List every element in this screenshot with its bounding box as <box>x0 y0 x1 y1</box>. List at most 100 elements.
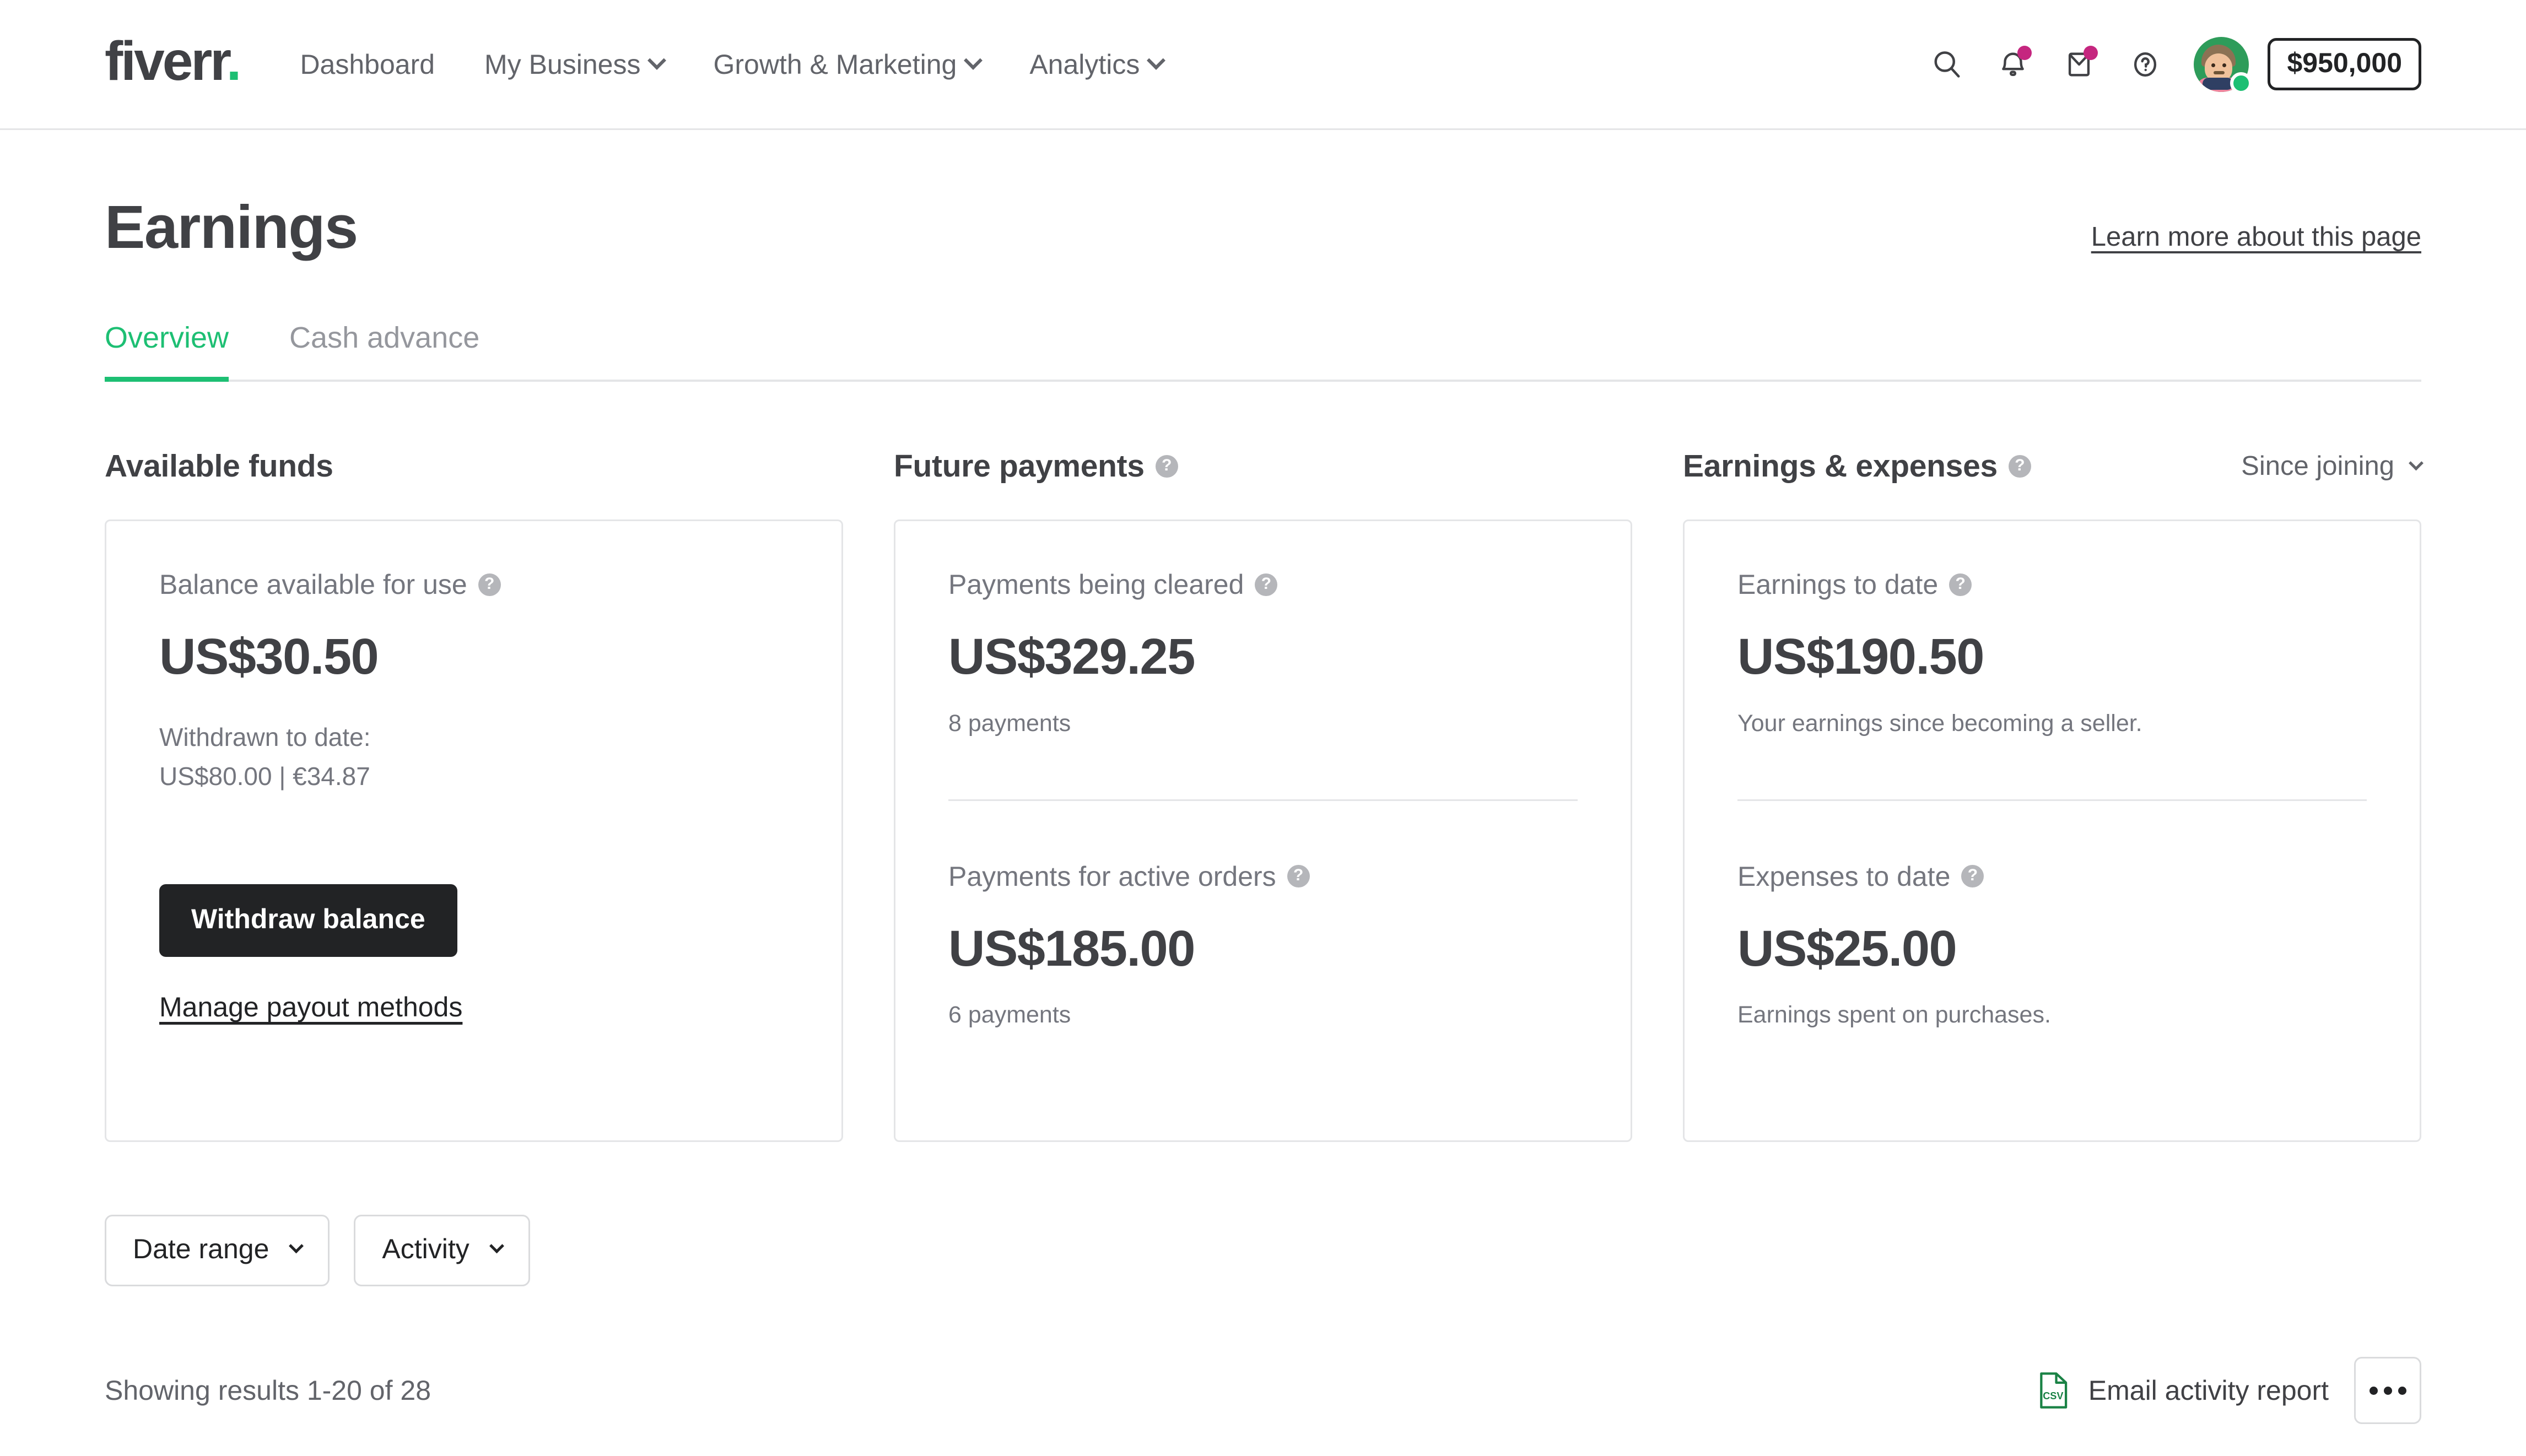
earnings-expenses-card: Earnings to date ? US$190.50 Your earnin… <box>1683 519 2421 1142</box>
available-funds-column: Available funds Balance available for us… <box>105 447 843 1142</box>
expenses-to-date-value: US$25.00 <box>1737 920 1957 977</box>
chevron-down-icon <box>489 1238 504 1253</box>
chevron-down-icon <box>1147 51 1166 70</box>
search-button[interactable] <box>1914 31 1980 98</box>
future-payments-card: Payments being cleared ? US$329.25 8 pay… <box>894 519 1632 1142</box>
date-range-selector[interactable]: Since joining <box>2241 451 2424 481</box>
nav-label-my-business: My Business <box>484 48 641 80</box>
dot-icon <box>2383 1386 2392 1395</box>
card-divider <box>1737 799 2367 801</box>
withdrawn-to-date-label: Withdrawn to date: <box>159 722 371 751</box>
chevron-down-icon <box>647 51 667 70</box>
page-title: Earnings <box>105 193 358 261</box>
learn-more-link[interactable]: Learn more about this page <box>2091 221 2421 258</box>
earnings-to-date-sub: Your earnings since becoming a seller. <box>1737 710 2142 737</box>
email-activity-report-button[interactable]: CSV Email activity report <box>2038 1372 2329 1409</box>
top-navigation-bar: fiverr. Dashboard My Business Growth & M… <box>0 0 2526 130</box>
avatar-moustache <box>2214 71 2225 74</box>
balance-pill[interactable]: $950,000 <box>2268 38 2421 90</box>
more-options-button[interactable] <box>2354 1357 2421 1424</box>
available-funds-title: Available funds <box>105 448 333 484</box>
tab-cash-advance[interactable]: Cash advance <box>289 321 479 382</box>
earnings-expenses-heading: Earnings & expenses ? Since joining <box>1683 447 2424 485</box>
available-funds-card: Balance available for use ? US$30.50 Wit… <box>105 519 843 1142</box>
avatar-eye-left <box>2211 63 2216 67</box>
help-tooltip-icon[interactable]: ? <box>1255 573 1278 596</box>
fiverr-logo[interactable]: fiverr. <box>105 34 241 89</box>
nav-item-dashboard[interactable]: Dashboard <box>300 48 460 80</box>
nav-actions: $950,000 <box>1914 31 2421 98</box>
payments-being-cleared-count: 8 payments <box>948 710 1071 737</box>
tab-overview[interactable]: Overview <box>105 321 229 382</box>
payments-being-cleared-label: Payments being cleared <box>948 569 1244 600</box>
dot-icon <box>2369 1386 2378 1395</box>
svg-text:CSV: CSV <box>2043 1390 2063 1401</box>
online-status-indicator <box>2230 72 2253 94</box>
results-toolbar: Showing results 1-20 of 28 CSV Email act… <box>105 1357 2421 1424</box>
page-body: Earnings Learn more about this page Over… <box>0 130 2526 1456</box>
help-tooltip-icon[interactable]: ? <box>1961 865 1984 888</box>
summary-cards-grid: Available funds Balance available for us… <box>105 447 2424 1142</box>
earnings-expenses-title: Earnings & expenses <box>1683 448 1998 484</box>
csv-file-icon: CSV <box>2039 1372 2067 1409</box>
date-range-selector-label: Since joining <box>2241 451 2394 481</box>
notifications-badge <box>2017 45 2032 60</box>
nav-item-growth-marketing[interactable]: Growth & Marketing <box>688 48 1005 80</box>
expenses-to-date-sub: Earnings spent on purchases. <box>1737 1002 2051 1029</box>
future-payments-column: Future payments ? Payments being cleared… <box>894 447 1632 1142</box>
payments-being-cleared-label-row: Payments being cleared ? <box>948 569 1578 600</box>
chevron-down-icon <box>2409 455 2424 470</box>
withdraw-balance-button[interactable]: Withdraw balance <box>159 884 457 957</box>
chevron-down-icon <box>964 51 983 70</box>
payments-being-cleared-block: Payments being cleared ? US$329.25 8 pay… <box>948 569 1578 740</box>
expenses-to-date-label: Expenses to date <box>1737 860 1951 892</box>
notifications-button[interactable] <box>1980 31 2046 98</box>
results-actions: CSV Email activity report <box>2038 1357 2421 1424</box>
withdraw-actions: Withdraw balance <box>159 796 789 957</box>
balance-available-label: Balance available for use <box>159 569 467 600</box>
activity-filter-label: Activity <box>382 1233 469 1264</box>
results-count-text: Showing results 1-20 of 28 <box>105 1375 431 1406</box>
help-tooltip-icon[interactable]: ? <box>1155 454 1178 478</box>
avatar-eye-right <box>2222 63 2227 67</box>
primary-nav: Dashboard My Business Growth & Marketing… <box>300 48 1188 80</box>
help-tooltip-icon[interactable]: ? <box>1287 865 1310 888</box>
chevron-down-icon <box>289 1238 304 1253</box>
help-tooltip-icon[interactable]: ? <box>1949 573 1972 596</box>
messages-button[interactable] <box>2046 31 2112 98</box>
payments-active-orders-label-row: Payments for active orders ? <box>948 860 1578 892</box>
activity-filter-button[interactable]: Activity <box>354 1215 530 1286</box>
help-tooltip-icon[interactable]: ? <box>478 573 501 596</box>
payments-active-orders-block: Payments for active orders ? US$185.00 6… <box>948 860 1578 1032</box>
logo-wordmark: fiverr <box>105 30 229 92</box>
payments-active-orders-count: 6 payments <box>948 1002 1071 1029</box>
help-tooltip-icon[interactable]: ? <box>2008 454 2031 478</box>
earnings-to-date-block: Earnings to date ? US$190.50 Your earnin… <box>1737 569 2367 740</box>
earnings-to-date-label-row: Earnings to date ? <box>1737 569 2367 600</box>
manage-payout-methods-link[interactable]: Manage payout methods <box>159 991 462 1023</box>
email-activity-report-label: Email activity report <box>2088 1375 2329 1406</box>
user-avatar-button[interactable] <box>2194 36 2253 94</box>
balance-available-label-row: Balance available for use ? <box>159 569 789 600</box>
payments-active-orders-value: US$185.00 <box>948 920 1195 977</box>
question-circle-icon <box>2134 52 2157 77</box>
withdrawn-to-date-block: Withdrawn to date: US$80.00 | €34.87 <box>159 718 789 797</box>
logo-dot: . <box>226 30 242 92</box>
search-icon <box>1934 51 1960 78</box>
manage-payout-wrap: Manage payout methods <box>159 957 789 1023</box>
expenses-to-date-block: Expenses to date ? US$25.00 Earnings spe… <box>1737 860 2367 1032</box>
nav-item-my-business[interactable]: My Business <box>460 48 688 80</box>
future-payments-heading: Future payments ? <box>894 447 1632 485</box>
withdrawn-to-date-value: US$80.00 | €34.87 <box>159 761 370 791</box>
tab-bar: Overview Cash advance <box>105 318 2421 382</box>
nav-label-growth-marketing: Growth & Marketing <box>713 48 957 80</box>
date-range-filter-button[interactable]: Date range <box>105 1215 330 1286</box>
nav-item-analytics[interactable]: Analytics <box>1005 48 1188 80</box>
filter-bar: Date range Activity <box>105 1215 2421 1286</box>
balance-available-value: US$30.50 <box>159 629 379 685</box>
earnings-to-date-label: Earnings to date <box>1737 569 1939 600</box>
date-range-filter-label: Date range <box>133 1233 269 1264</box>
avatar-scarf <box>2203 77 2234 90</box>
messages-badge <box>2084 45 2098 60</box>
help-button[interactable] <box>2112 31 2178 98</box>
